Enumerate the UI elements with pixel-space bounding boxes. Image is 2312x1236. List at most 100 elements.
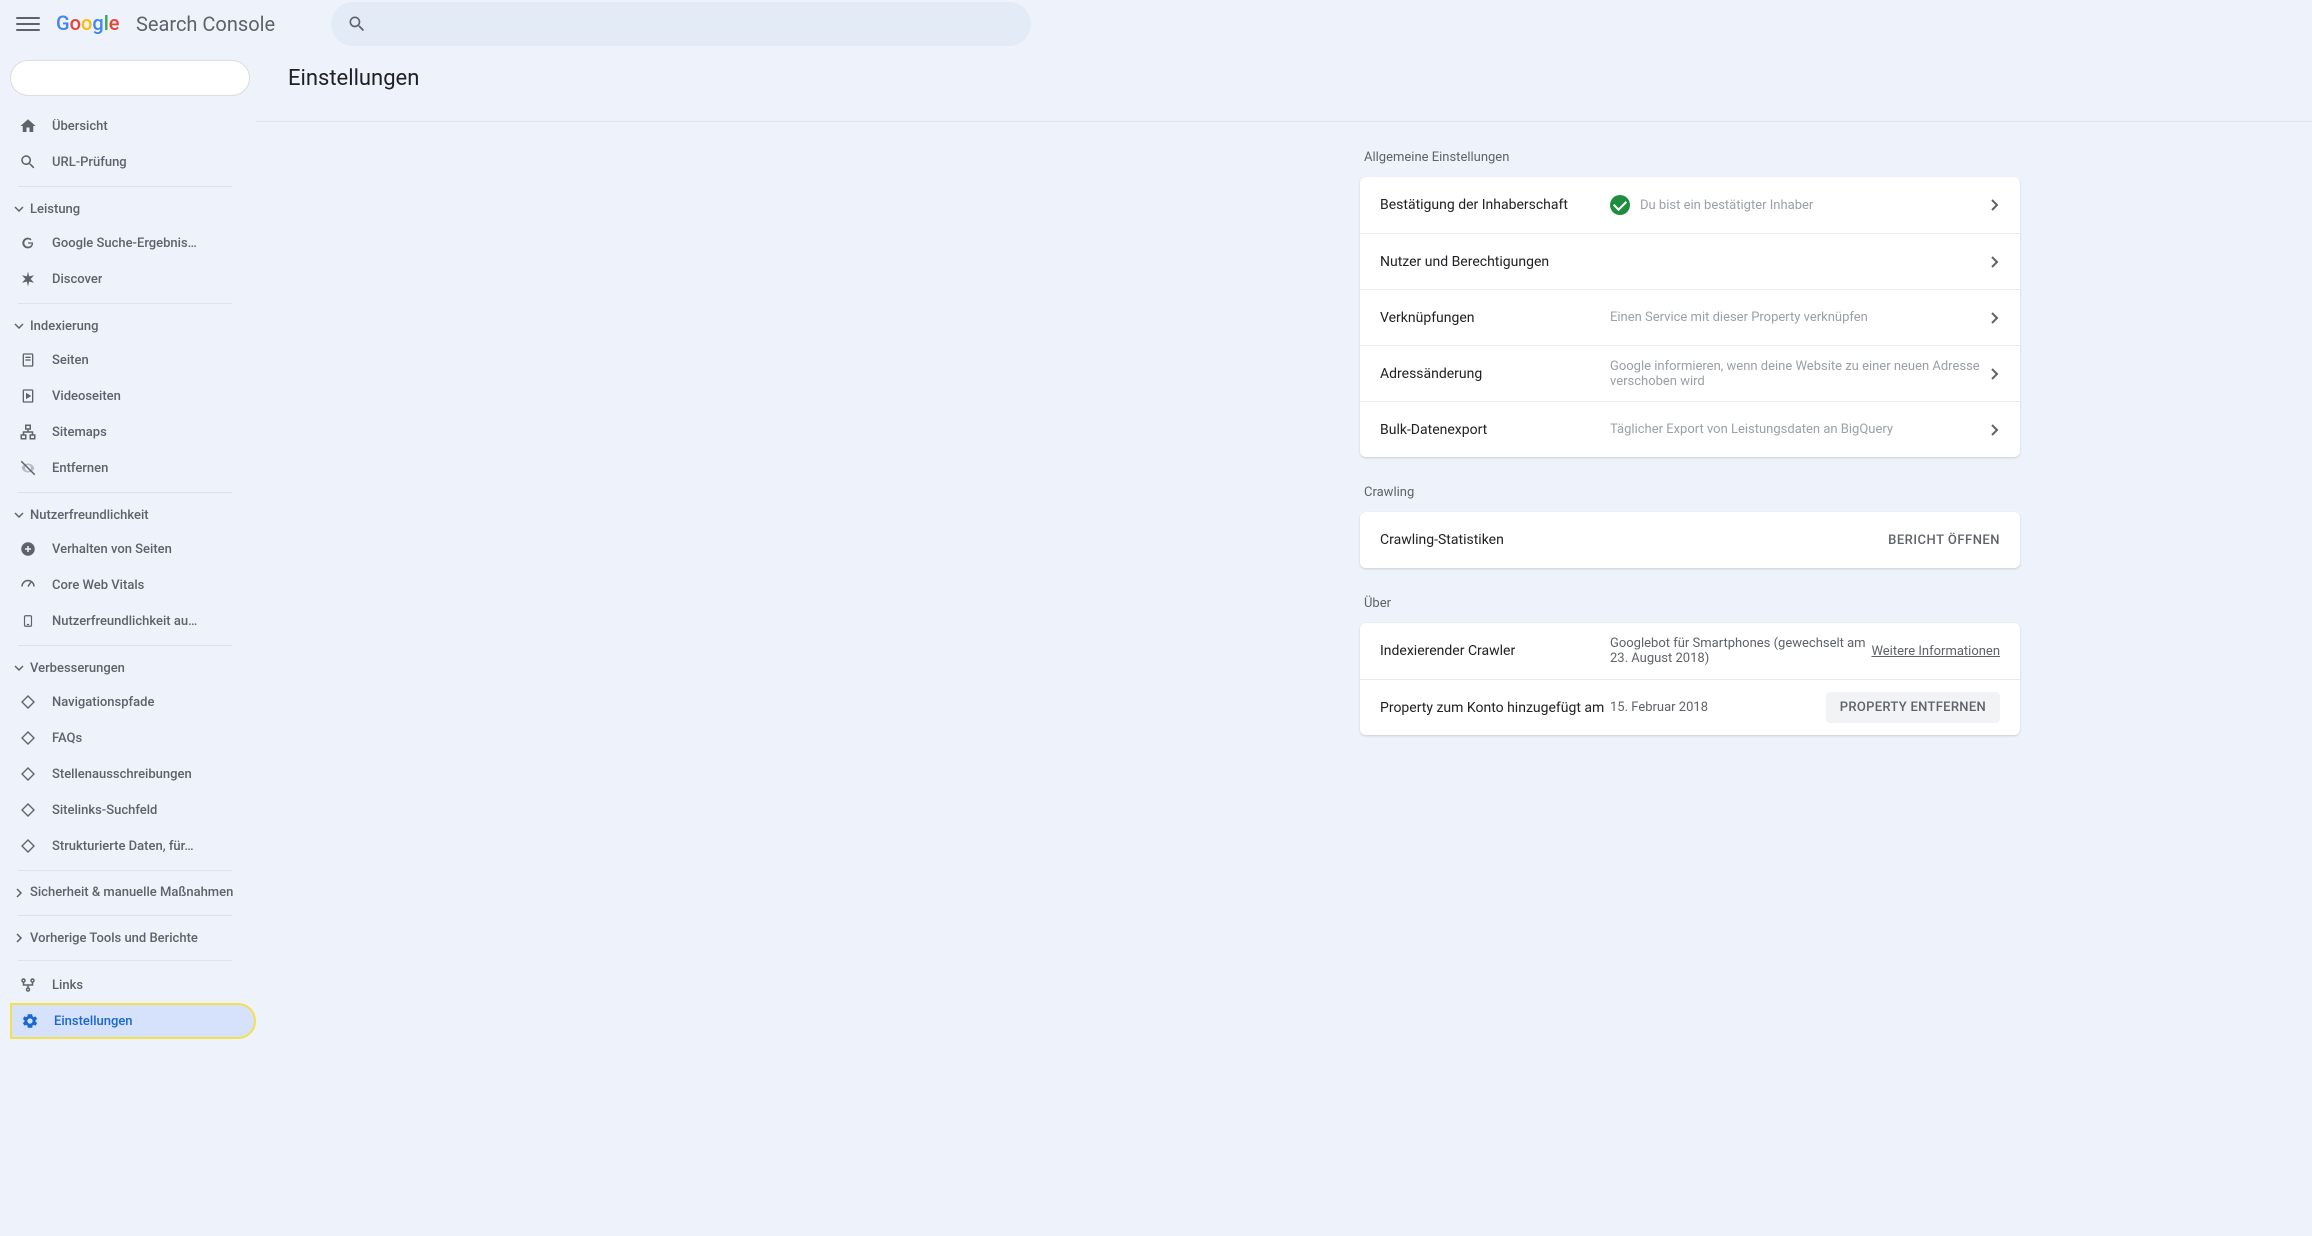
row-property-added: Property zum Konto hinzugefügt am 15. Fe… (1360, 679, 2020, 735)
sidebar-section-performance[interactable]: Leistung (10, 193, 256, 225)
row-title: Bulk-Datenexport (1380, 422, 1610, 438)
row-title: Verknüpfungen (1380, 310, 1610, 326)
chevron-right-icon (14, 933, 24, 943)
row-ownership-verification[interactable]: Bestätigung der Inhaberschaft Du bist ei… (1360, 177, 2020, 233)
chevron-down-icon (14, 204, 24, 214)
sidebar-item-label: Seiten (52, 353, 89, 368)
sidebar-section-label: Verbesserungen (30, 661, 125, 676)
row-title: Crawling-Statistiken (1380, 532, 1610, 548)
row-title: Indexierender Crawler (1380, 643, 1610, 659)
row-description: Du bist ein bestätigter Inhaber (1640, 198, 1813, 213)
sidebar-item-job-postings[interactable]: Stellenausschreibungen (10, 756, 256, 792)
section-label-about: Über (1364, 596, 2020, 611)
section-label-crawling: Crawling (1364, 485, 2020, 500)
sidebar-item-page-experience[interactable]: Verhalten von Seiten (10, 531, 256, 567)
sidebar-item-breadcrumbs[interactable]: Navigationspfade (10, 684, 256, 720)
sidebar-item-label: Einstellungen (54, 1014, 133, 1029)
sidebar-item-label: Stellenausschreibungen (52, 767, 192, 782)
divider (18, 960, 232, 961)
hamburger-menu-button[interactable] (16, 12, 40, 36)
card-general: Bestätigung der Inhaberschaft Du bist ei… (1360, 177, 2020, 457)
product-logo[interactable]: Google Search Console (56, 12, 275, 36)
chevron-right-icon (1990, 255, 2000, 269)
property-selector[interactable] (10, 60, 250, 96)
section-label-general: Allgemeine Einstellungen (1364, 150, 2020, 165)
sidebar-item-label: Nutzerfreundlichkeit au… (52, 614, 197, 629)
sidebar-item-url-inspection[interactable]: URL-Prüfung (10, 144, 256, 180)
diamond-icon (18, 728, 38, 748)
row-indexing-crawler: Indexierender Crawler Googlebot für Smar… (1360, 623, 2020, 679)
search-icon (18, 152, 38, 172)
chevron-right-icon (1990, 311, 2000, 325)
sidebar-item-video-pages[interactable]: Videoseiten (10, 378, 256, 414)
row-users-permissions[interactable]: Nutzer und Berechtigungen (1360, 233, 2020, 289)
sidebar-item-overview[interactable]: Übersicht (10, 108, 256, 144)
row-title: Bestätigung der Inhaberschaft (1380, 197, 1610, 213)
sidebar-item-label: Übersicht (52, 119, 108, 134)
sidebar-item-label: Entfernen (52, 461, 108, 476)
sidebar-item-links[interactable]: Links (10, 967, 256, 1003)
row-description: 15. Februar 2018 (1610, 700, 1826, 715)
sidebar-item-search-results[interactable]: Google Suche-Ergebnis… (10, 225, 256, 261)
sidebar-section-experience[interactable]: Nutzerfreundlichkeit (10, 499, 256, 531)
sidebar-section-label: Leistung (30, 202, 80, 217)
row-description: Google informieren, wenn deine Website z… (1610, 359, 1990, 389)
product-name: Search Console (136, 12, 275, 36)
sidebar-item-sitemaps[interactable]: Sitemaps (10, 414, 256, 450)
more-info-link[interactable]: Weitere Informationen (1871, 644, 2000, 659)
card-crawling: Crawling-Statistiken BERICHT ÖFFNEN (1360, 512, 2020, 568)
sitemap-icon (18, 422, 38, 442)
row-description: Einen Service mit dieser Property verknü… (1610, 310, 1990, 325)
diamond-icon (18, 692, 38, 712)
chevron-right-icon (1990, 367, 2000, 381)
sidebar-section-security[interactable]: Sicherheit & manuelle Maßnahmen (10, 877, 256, 909)
sidebar-item-pages[interactable]: Seiten (10, 342, 256, 378)
open-report-button[interactable]: BERICHT ÖFFNEN (1888, 533, 2000, 548)
diamond-icon (18, 800, 38, 820)
video-page-icon (18, 386, 38, 406)
sidebar-item-label: Google Suche-Ergebnis… (52, 236, 197, 251)
divider (18, 645, 232, 646)
sidebar-section-label: Nutzerfreundlichkeit (30, 508, 149, 523)
sidebar-item-label: Navigationspfade (52, 695, 154, 710)
links-icon (18, 975, 38, 995)
sidebar-item-label: URL-Prüfung (52, 155, 127, 170)
divider (18, 492, 232, 493)
sidebar-item-core-web-vitals[interactable]: Core Web Vitals (10, 567, 256, 603)
divider (256, 121, 2312, 122)
svg-text:Google: Google (56, 12, 120, 35)
circle-plus-icon (18, 539, 38, 559)
sidebar-item-mobile-usability[interactable]: Nutzerfreundlichkeit au… (10, 603, 256, 639)
row-crawl-stats[interactable]: Crawling-Statistiken BERICHT ÖFFNEN (1360, 512, 2020, 568)
sidebar-item-sitelinks-searchbox[interactable]: Sitelinks-Suchfeld (10, 792, 256, 828)
sidebar-item-label: Verhalten von Seiten (52, 542, 172, 557)
row-associations[interactable]: Verknüpfungen Einen Service mit dieser P… (1360, 289, 2020, 345)
row-title: Adressänderung (1380, 366, 1610, 382)
chevron-down-icon (14, 510, 24, 520)
sidebar-item-removals[interactable]: Entfernen (10, 450, 256, 486)
divider (18, 870, 232, 871)
chevron-down-icon (14, 321, 24, 331)
remove-property-button[interactable]: PROPERTY ENTFERNEN (1826, 692, 2000, 723)
sidebar-item-discover[interactable]: Discover (10, 261, 256, 297)
row-title: Property zum Konto hinzugefügt am (1380, 700, 1610, 716)
sidebar-section-legacy[interactable]: Vorherige Tools und Berichte (10, 922, 256, 954)
row-change-of-address[interactable]: Adressänderung Google informieren, wenn … (1360, 345, 2020, 401)
divider (18, 915, 232, 916)
sidebar-item-label: Discover (52, 272, 102, 287)
row-bulk-data-export[interactable]: Bulk-Datenexport Täglicher Export von Le… (1360, 401, 2020, 457)
sidebar-section-indexing[interactable]: Indexierung (10, 310, 256, 342)
sidebar-item-structured-data[interactable]: Strukturierte Daten, für… (10, 828, 256, 864)
row-description: Täglicher Export von Leistungsdaten an B… (1610, 422, 1990, 437)
sidebar-item-settings[interactable]: Einstellungen (10, 1003, 256, 1039)
sidebar-item-label: Videoseiten (52, 389, 121, 404)
sidebar-item-label: FAQs (52, 731, 82, 746)
search-input[interactable] (331, 2, 1031, 46)
sidebar-section-enhancements[interactable]: Verbesserungen (10, 652, 256, 684)
sidebar-item-faqs[interactable]: FAQs (10, 720, 256, 756)
chevron-down-icon (14, 663, 24, 673)
page-icon (18, 350, 38, 370)
visibility-off-icon (18, 458, 38, 478)
sidebar-section-label: Vorherige Tools und Berichte (30, 931, 198, 946)
diamond-icon (18, 836, 38, 856)
